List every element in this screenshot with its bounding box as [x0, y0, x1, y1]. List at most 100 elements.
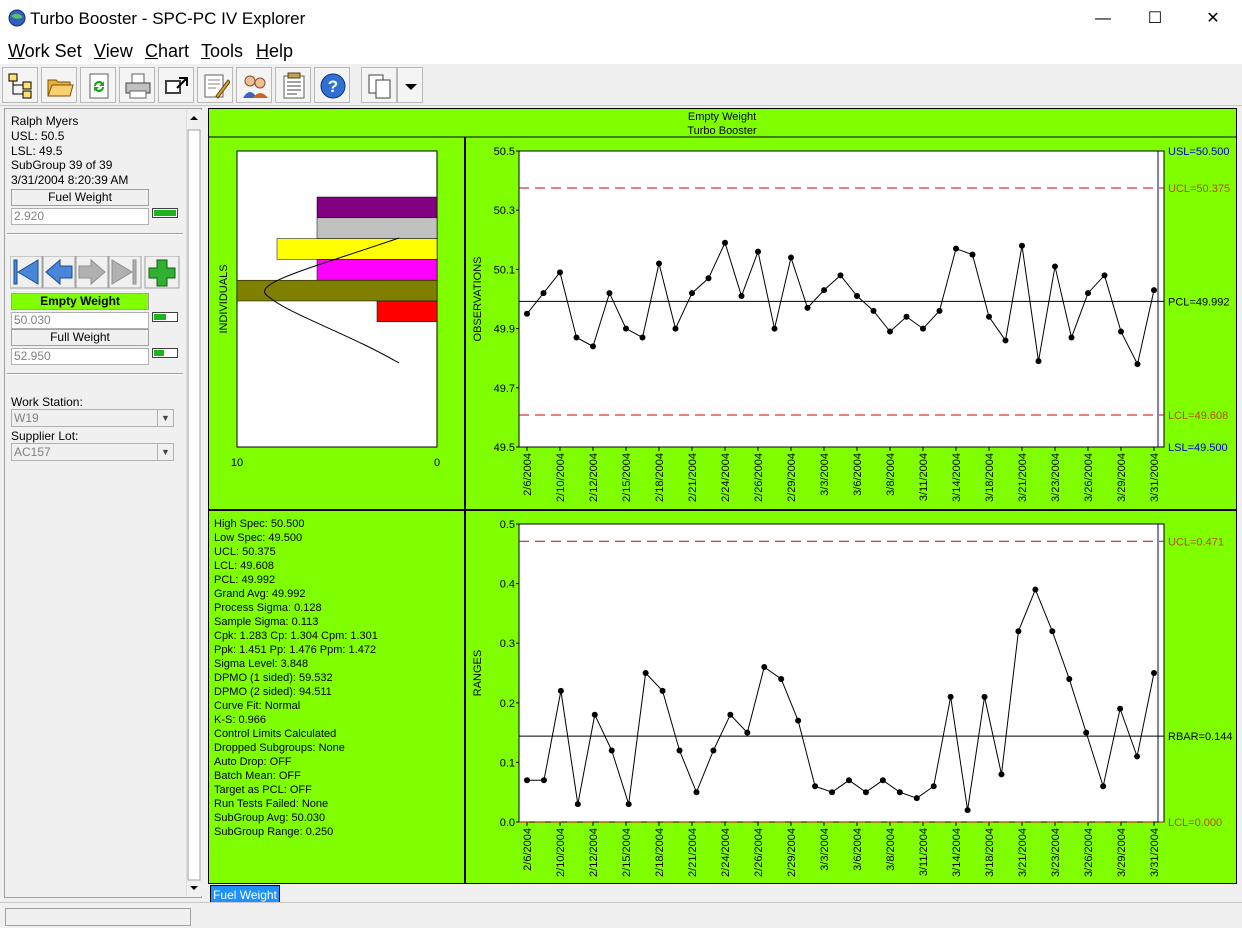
menu-view[interactable]: View: [94, 41, 133, 62]
previous-subgroup-button[interactable]: [42, 256, 76, 289]
chart-canvas: Empty Weight Turbo Booster INDIVIDUALS 1…: [209, 111, 1236, 883]
print-icon: [125, 73, 151, 99]
data-point: [947, 693, 954, 700]
y-axis-label: OBSERVATIONS: [472, 257, 484, 342]
data-point: [1101, 272, 1108, 279]
x-tick-label: 2/21/2004: [687, 453, 699, 502]
stat-line: Grand Avg: 49.992: [214, 588, 306, 600]
help-button[interactable]: ?: [314, 67, 350, 103]
data-point: [953, 245, 959, 252]
histogram-bar: [376, 300, 438, 323]
stat-line: K-S: 0.966: [214, 714, 266, 726]
x-tick-label: 3/3/2004: [819, 453, 831, 496]
x-tick-label: 3/11/2004: [918, 828, 930, 876]
data-point: [969, 251, 976, 258]
supplier-lot-select[interactable]: AC157 ▼: [11, 443, 174, 461]
data-point: [705, 275, 712, 282]
y-axis-label: RANGES: [472, 650, 484, 696]
stat-line: Process Sigma: 0.128: [214, 602, 322, 614]
left-panel-scrollbar[interactable]: [186, 110, 202, 896]
reference-line-label: PCL=49.992: [1168, 296, 1229, 308]
x-tick-label: 2/10/2004: [555, 453, 567, 502]
data-point: [1002, 337, 1009, 344]
menu-work-set[interactable]: Work Set: [8, 41, 82, 62]
x-tick-label: 3/8/2004: [885, 828, 897, 871]
refresh-button[interactable]: [80, 67, 116, 103]
fuel-weight-indicator: [152, 208, 178, 218]
export-icon: [165, 77, 188, 94]
empty-weight-indicator: [152, 312, 178, 322]
data-point: [606, 290, 613, 297]
data-point: [557, 269, 563, 276]
menu-chart[interactable]: Chart: [145, 41, 189, 62]
x-tick-label: 3/21/2004: [1017, 828, 1029, 877]
supplier-lot-label: Supplier Lot:: [11, 429, 79, 443]
full-weight-field[interactable]: 52.950: [11, 348, 149, 365]
y-tick-label: 49.5: [494, 442, 515, 454]
export-button[interactable]: [158, 67, 194, 103]
data-point: [986, 313, 992, 320]
data-point: [689, 290, 695, 297]
notes-button[interactable]: [275, 67, 311, 103]
data-point: [887, 328, 893, 335]
data-point: [981, 693, 988, 700]
x-tick-label: 2/26/2004: [753, 453, 765, 502]
y-tick-label: 50.1: [494, 264, 515, 276]
app-globe-icon: [8, 9, 26, 27]
y-tick-label: 0.4: [500, 579, 515, 591]
data-point: [738, 293, 745, 300]
scroll-up-icon: [190, 116, 198, 120]
menu-tools[interactable]: Tools: [201, 41, 243, 62]
menu-help[interactable]: Help: [256, 41, 293, 62]
last-subgroup-button[interactable]: [108, 256, 142, 289]
observations-chart: 50.5 50.3 50.1 49.9 49.7 49.5 OBSERVATIONS 2/6/…: [472, 146, 1230, 502]
open-button[interactable]: [41, 67, 77, 103]
close-button[interactable]: ✕: [1190, 6, 1236, 32]
data-point: [755, 248, 761, 255]
data-point: [625, 801, 632, 808]
empty-weight-button[interactable]: Empty Weight: [11, 293, 149, 310]
reference-line-label: LCL=0.000: [1168, 817, 1222, 829]
x-tick-label: 3/26/2004: [1083, 828, 1095, 877]
x-tick-label: 3/18/2004: [984, 828, 996, 877]
full-weight-button[interactable]: Full Weight: [11, 329, 149, 346]
copy-button[interactable]: [361, 67, 397, 103]
copy-icon: [368, 74, 391, 99]
reference-line-label: RBAR=0.144: [1168, 731, 1233, 743]
data-point: [903, 313, 910, 320]
minimize-button[interactable]: —: [1080, 6, 1126, 32]
histogram-bar: [316, 217, 438, 239]
scrollbar-thumb[interactable]: [187, 129, 201, 881]
workset-tree-button[interactable]: [2, 67, 38, 103]
fuel-weight-button[interactable]: Fuel Weight: [11, 189, 149, 206]
x-tick-label: 3/14/2004: [951, 453, 963, 502]
work-station-select[interactable]: W19 ▼: [11, 409, 174, 427]
fuel-weight-field[interactable]: 2.920: [11, 208, 149, 225]
maximize-button[interactable]: ☐: [1132, 6, 1178, 32]
add-subgroup-button[interactable]: [144, 256, 180, 289]
x-tick-label: 2/12/2004: [588, 453, 600, 502]
print-button[interactable]: [119, 67, 155, 103]
data-point: [788, 254, 794, 261]
x-tick-label: 3/29/2004: [1116, 453, 1128, 502]
data-point: [761, 664, 768, 671]
dropdown-arrow-icon: [405, 84, 417, 90]
data-point: [870, 307, 877, 314]
edit-notes-button[interactable]: [197, 67, 233, 103]
data-point: [964, 807, 971, 814]
y-tick-label: 49.9: [494, 324, 515, 336]
data-point: [920, 325, 926, 332]
x-tick-label: 2/15/2004: [621, 828, 633, 877]
chevron-down-icon: ▼: [157, 410, 173, 426]
copy-dropdown-button[interactable]: [397, 67, 423, 103]
stat-line: Curve Fit: Normal: [214, 700, 300, 712]
users-button[interactable]: [236, 67, 272, 103]
data-point: [1134, 753, 1141, 760]
first-subgroup-button[interactable]: [10, 256, 43, 289]
data-point: [778, 675, 785, 682]
tab-fuel-weight[interactable]: Fuel Weight: [210, 885, 280, 903]
x-tick-label: 2/6/2004: [522, 453, 534, 496]
next-subgroup-button[interactable]: [75, 256, 109, 289]
x-tick-label: 3/8/2004: [885, 453, 897, 496]
empty-weight-field[interactable]: 50.030: [11, 312, 149, 329]
